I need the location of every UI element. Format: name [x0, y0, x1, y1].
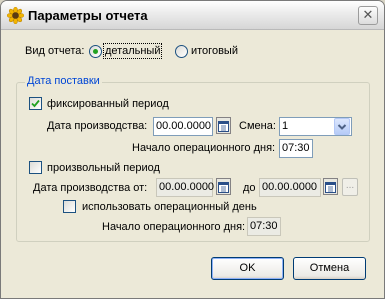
radio-summary[interactable]	[175, 45, 188, 58]
radio-detailed[interactable]	[89, 45, 102, 58]
title-bar[interactable]: Параметры отчета ✕	[1, 1, 384, 30]
fixed-period-checkbox[interactable]	[29, 97, 42, 110]
sunflower-icon	[7, 7, 24, 24]
production-date-field[interactable]: 00.00.0000	[153, 117, 213, 136]
custom-day-start-field[interactable]: 07:30	[247, 217, 281, 236]
custom-day-start-label: Начало операционного дня:	[102, 221, 246, 233]
report-type-label: Вид отчета:	[25, 45, 85, 57]
custom-period-checkbox[interactable]	[29, 161, 42, 174]
production-date-calendar-button[interactable]	[216, 117, 231, 134]
production-date-from-label: Дата производства от:	[33, 182, 148, 194]
custom-period-label[interactable]: произвольный период	[47, 162, 160, 174]
use-operational-day-checkbox[interactable]	[63, 200, 76, 213]
calendar-icon	[218, 182, 229, 193]
cancel-button[interactable]: Отмена	[293, 257, 366, 280]
window-title: Параметры отчета	[28, 8, 148, 23]
production-date-from-field[interactable]: 00.00.0000	[156, 178, 214, 197]
report-parameters-dialog: Параметры отчета ✕ Вид отчета: детальный…	[0, 0, 385, 299]
fixed-day-start-field[interactable]: 07:30	[279, 139, 313, 158]
date-to-label: до	[243, 182, 256, 194]
close-icon: ✕	[362, 7, 374, 22]
chevron-down-icon	[337, 124, 347, 130]
calendar-icon	[218, 121, 229, 132]
close-button[interactable]: ✕	[358, 6, 378, 25]
radio-detailed-label[interactable]: детальный	[102, 43, 163, 59]
ok-button[interactable]: OK	[211, 257, 284, 280]
shift-label: Смена:	[239, 120, 276, 132]
date-from-calendar-button[interactable]	[216, 178, 231, 195]
delivery-date-group-title: Дата поставки	[25, 75, 102, 87]
shift-dropdown-button[interactable]	[334, 118, 350, 135]
shift-select-value: 1	[282, 120, 289, 132]
fixed-day-start-label: Начало операционного дня:	[132, 142, 276, 154]
radio-summary-label[interactable]: итоговый	[191, 45, 238, 57]
calendar-icon	[325, 182, 336, 193]
fixed-period-label[interactable]: фиксированный период	[47, 98, 169, 110]
radio-selected-dot	[93, 49, 98, 54]
checkmark-icon	[31, 99, 40, 108]
use-operational-day-label[interactable]: использовать операционный день	[82, 201, 257, 213]
production-date-label: Дата производства:	[47, 120, 148, 132]
ellipsis-button[interactable]: ...	[342, 178, 358, 196]
date-to-calendar-button[interactable]	[323, 178, 338, 195]
production-date-to-field[interactable]: 00.00.0000	[259, 178, 321, 197]
